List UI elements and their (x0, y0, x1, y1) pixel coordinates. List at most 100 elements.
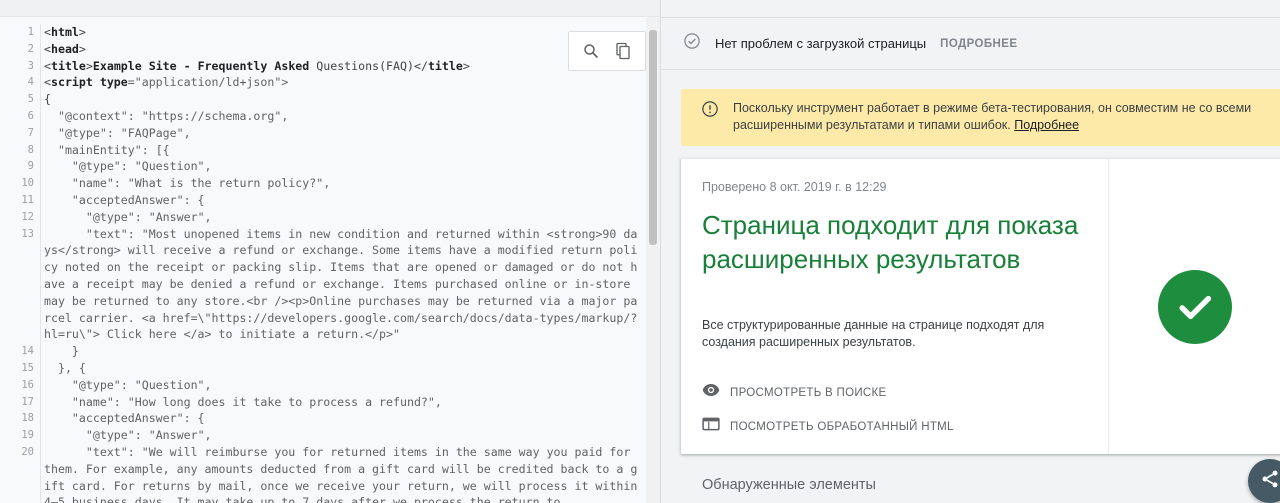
line-number: 4 (27, 76, 34, 89)
search-icon[interactable] (579, 39, 603, 63)
code-token: script type (50, 75, 128, 90)
code-line: 14 } (0, 343, 646, 360)
code-text: "acceptedAnswer": { (40, 191, 646, 209)
line-number: 3 (27, 59, 34, 72)
code-token: "name": "What is the return policy?", (44, 176, 331, 191)
line-number: 11 (21, 193, 34, 206)
code-line: 1 <html> (0, 24, 646, 41)
code-line: 3 <title>Example Site - Frequently Asked … (0, 57, 646, 75)
code-token: "acceptedAnswer": { (44, 192, 205, 207)
line-number: 5 (27, 93, 34, 106)
info-icon (701, 100, 719, 123)
view-in-search-label: ПРОСМОТРЕТЬ В ПОИСКЕ (730, 386, 887, 399)
view-rendered-html-label: ПОСМОТРЕТЬ ОБРАБОТАННЫЙ HTML (730, 420, 954, 433)
code-token: "@type": "Answer", (44, 428, 212, 443)
code-token: </ (413, 58, 428, 73)
code-token: < (44, 25, 51, 39)
code-token: "text": "We will reimburse you for retur… (44, 444, 645, 503)
code-token: head (50, 41, 79, 56)
code-token: ="application/ld+json"> (127, 75, 289, 90)
view-in-search-button[interactable]: ПРОСМОТРЕТЬ В ПОИСКЕ (702, 383, 886, 402)
code-text: "@type": "Question", (40, 158, 646, 176)
code-line: 7 "@type": "FAQPage", (0, 124, 646, 142)
code-token: } (44, 344, 79, 359)
code-line: 12 "@type": "Answer", (0, 208, 646, 226)
code-token: "@type": "Question", (44, 377, 212, 392)
code-token: "@type": "FAQPage", (44, 125, 191, 140)
code-text: "name": "What is the return policy?", (40, 175, 646, 192)
code-line: 13 "text": "Most unopened items in new c… (0, 225, 646, 344)
code-text: "text": "Most unopened items in new cond… (40, 225, 646, 344)
code-editor[interactable]: 1 <html> 2 <head> 3 <title>Example Site - Fre… (0, 24, 646, 503)
code-toolbar (568, 31, 646, 71)
status-details-link[interactable]: ПОДРОБНЕЕ (940, 38, 1017, 50)
result-status-area (1109, 159, 1280, 454)
line-number: 2 (27, 42, 34, 55)
code-text: "@context": "https://schema.org", (40, 107, 646, 125)
code-token: "@context": "https://schema.org", (44, 108, 289, 123)
checked-timestamp: Проверено 8 окт. 2019 г. в 12:29 (702, 180, 887, 194)
code-text: <html> (40, 24, 646, 41)
share-button[interactable] (1248, 459, 1280, 503)
code-token: < (44, 41, 51, 56)
code-token: > (462, 58, 470, 73)
code-token: "name": "How long does it take to proces… (44, 394, 442, 409)
code-token: { (44, 92, 51, 107)
view-rendered-html-button[interactable]: ПОСМОТРЕТЬ ОБРАБОТАННЫЙ HTML (702, 417, 954, 436)
web-page-icon (702, 417, 720, 436)
code-token: "acceptedAnswer": { (44, 411, 205, 426)
code-token: "@type": "Answer", (44, 209, 212, 224)
code-panel-top-strip (0, 0, 660, 17)
code-token: html (50, 25, 79, 39)
result-title: Страница подходит для показа расширенных… (702, 210, 1079, 274)
code-token: "mainEntity": [{ (44, 142, 170, 157)
code-panel[interactable]: 1 <html> 2 <head> 3 <title>Example Site - Fre… (0, 0, 660, 503)
line-number: 20 (21, 445, 34, 458)
code-token: > (85, 58, 93, 73)
line-number: 6 (27, 109, 34, 122)
code-scrollbar-thumb[interactable] (649, 30, 657, 245)
beta-warning-banner: Поскольку инструмент работает в режиме б… (681, 89, 1280, 146)
code-token: Questions(FAQ) (316, 58, 414, 73)
code-line: 11 "acceptedAnswer": { (0, 191, 646, 209)
copy-icon[interactable] (611, 39, 635, 63)
beta-details-link[interactable]: Подробнее (1014, 118, 1079, 132)
code-line: 15 }, { (0, 359, 646, 377)
code-text: "name": "How long does it take to proces… (40, 393, 646, 411)
line-number: 14 (21, 345, 34, 358)
code-line: 19 "@type": "Answer", (0, 427, 646, 444)
detected-items-heading: Обнаруженные элементы (702, 477, 876, 493)
code-token: title (427, 58, 463, 73)
code-text: "@type": "FAQPage", (40, 124, 646, 142)
line-number: 18 (21, 412, 34, 425)
beta-warning-text: Поскольку инструмент работает в режиме б… (733, 101, 1252, 132)
code-text: "@type": "Answer", (40, 208, 646, 226)
code-line: 17 "name": "How long does it take to pro… (0, 393, 646, 411)
code-line: 5{ (0, 91, 646, 108)
code-text: <title>Example Site - Frequently Asked Q… (40, 57, 646, 75)
code-text: <head> (40, 40, 646, 58)
line-number: 17 (21, 395, 34, 408)
page-load-status: Нет проблем с загрузкой страницы ПОДРОБН… (661, 17, 1280, 70)
line-number: 19 (21, 429, 34, 442)
status-text: Нет проблем с загрузкой страницы (715, 36, 927, 51)
code-line: 2 <head> (0, 40, 646, 58)
code-line: 9 "@type": "Question", (0, 158, 646, 176)
result-summary: Проверено 8 окт. 2019 г. в 12:29 Страниц… (681, 159, 1109, 454)
code-token: title (50, 58, 86, 73)
code-line: 16 "@type": "Question", (0, 376, 646, 394)
code-text: } (40, 343, 646, 360)
code-token: > (78, 25, 86, 39)
code-token: "@type": "Question", (44, 159, 212, 174)
line-number: 10 (21, 177, 34, 190)
code-line: 18 "acceptedAnswer": { (0, 410, 646, 428)
check-circle-outline-icon (683, 32, 701, 55)
code-line: 20 "text": "We will reimburse you for re… (0, 443, 646, 503)
result-description: Все структурированные данные на странице… (702, 318, 1045, 349)
eye-icon (702, 383, 720, 402)
line-number: 9 (27, 160, 34, 173)
code-text: "text": "We will reimburse you for retur… (40, 443, 646, 503)
code-token: < (44, 75, 51, 90)
code-line: 10 "name": "What is the return policy?", (0, 175, 646, 192)
code-text: { (40, 91, 646, 108)
